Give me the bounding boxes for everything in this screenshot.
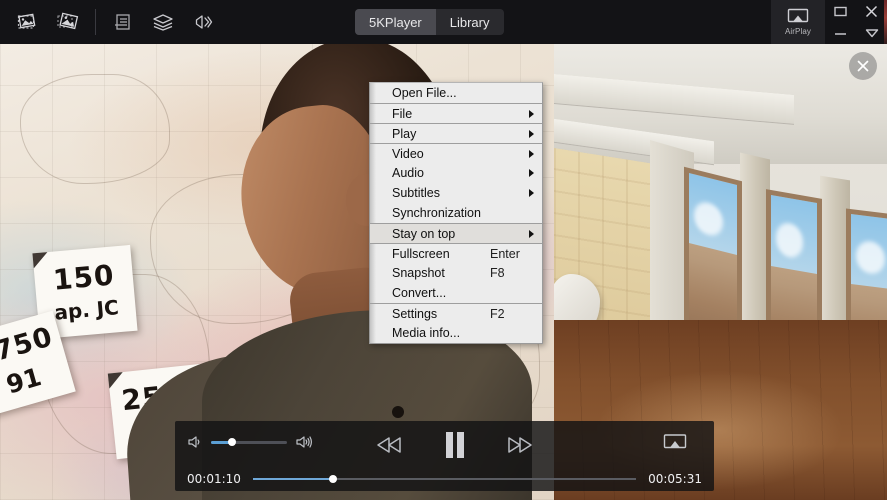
cloud-shape bbox=[855, 239, 885, 276]
submenu-arrow-icon bbox=[529, 229, 534, 238]
mode-tabs: 5KPlayer Library bbox=[355, 9, 504, 35]
progress-slider-fill bbox=[252, 478, 334, 480]
speaker-high-icon[interactable] bbox=[295, 434, 313, 450]
pause-icon bbox=[446, 432, 464, 458]
note-corner-icon bbox=[107, 372, 125, 389]
menu-item-convert[interactable]: Convert... bbox=[370, 283, 542, 303]
menu-item-label: Fullscreen bbox=[392, 246, 450, 261]
submenu-arrow-icon bbox=[529, 169, 534, 177]
volume-slider-handle[interactable] bbox=[228, 438, 237, 446]
maximize-button[interactable] bbox=[825, 0, 856, 22]
cloud-shape bbox=[693, 198, 723, 239]
minimize-icon bbox=[835, 32, 846, 35]
menu-item-label: Video bbox=[392, 146, 424, 161]
menu-item-media-info[interactable]: Media info... bbox=[370, 323, 542, 343]
menu-item-video[interactable]: Video bbox=[370, 143, 542, 163]
menu-item-subtitles[interactable]: Subtitles bbox=[370, 183, 542, 203]
window-controls bbox=[825, 0, 887, 44]
menu-item-label: File bbox=[392, 106, 413, 121]
menu-item-play[interactable]: Play bbox=[370, 123, 542, 143]
control-bar-airplay-button[interactable] bbox=[662, 433, 688, 458]
title-bar: 5KPlayer Library AirPlay bbox=[0, 0, 887, 44]
rewind-icon bbox=[377, 437, 401, 453]
menu-item-label: Synchronization bbox=[392, 206, 481, 220]
speaker-low-icon[interactable] bbox=[187, 434, 203, 450]
playlist-icon[interactable] bbox=[103, 2, 143, 42]
equalizer-icon[interactable] bbox=[183, 2, 223, 42]
airplay-icon bbox=[787, 8, 809, 23]
menu-item-shortcut: Enter bbox=[490, 246, 520, 261]
menu-item-label: Audio bbox=[392, 166, 424, 180]
submenu-arrow-icon bbox=[529, 129, 534, 138]
airplay-label: AirPlay bbox=[784, 27, 812, 36]
snapshot-image-icon[interactable] bbox=[8, 2, 48, 42]
progress-slider-handle[interactable] bbox=[329, 475, 338, 483]
forward-button[interactable] bbox=[505, 434, 535, 456]
menu-item-shortcut: F8 bbox=[490, 266, 505, 280]
tab-library[interactable]: Library bbox=[436, 9, 504, 35]
total-time-label: 00:05:31 bbox=[648, 472, 702, 486]
submenu-arrow-icon bbox=[529, 189, 534, 197]
close-icon bbox=[865, 5, 878, 17]
progress-row: 00:01:10 00:05:31 bbox=[175, 467, 714, 491]
fast-forward-icon bbox=[508, 437, 532, 453]
note-line-2: 91 bbox=[3, 362, 45, 400]
transport-controls bbox=[375, 429, 535, 461]
note-line-1: 150 bbox=[51, 258, 116, 297]
menu-item-stay-on-top[interactable]: Stay on top bbox=[370, 223, 542, 243]
tab-5kplayer[interactable]: 5KPlayer bbox=[355, 9, 436, 35]
rotate-image-icon[interactable] bbox=[48, 2, 88, 42]
context-menu: Open File... File Play Video Audio Subtitles S… bbox=[369, 82, 543, 344]
collapse-button[interactable] bbox=[856, 22, 887, 44]
maximize-icon bbox=[834, 6, 847, 16]
menu-item-label: Subtitles bbox=[392, 186, 440, 200]
volume-slider[interactable] bbox=[211, 438, 287, 446]
volume-control bbox=[187, 434, 313, 450]
cloud-shape bbox=[775, 220, 804, 260]
menu-item-label: Snapshot bbox=[392, 266, 445, 280]
current-time-label: 00:01:10 bbox=[187, 472, 241, 486]
menu-item-label: Play bbox=[392, 126, 417, 141]
minimize-button[interactable] bbox=[825, 22, 856, 44]
menu-item-audio[interactable]: Audio bbox=[370, 163, 542, 183]
menu-item-file[interactable]: File bbox=[370, 103, 542, 123]
player-window: 5KPlayer Library AirPlay 150 ap. JC 1750… bbox=[0, 0, 887, 500]
rewind-button[interactable] bbox=[375, 434, 405, 456]
submenu-arrow-icon bbox=[529, 149, 534, 158]
menu-item-snapshot[interactable]: Snapshot F8 bbox=[370, 263, 542, 283]
menu-item-label: Convert... bbox=[392, 286, 447, 300]
submenu-arrow-icon bbox=[529, 109, 534, 118]
close-icon bbox=[857, 60, 869, 72]
menu-item-synchronization[interactable]: Synchronization bbox=[370, 203, 542, 223]
toolbar-divider bbox=[95, 9, 96, 35]
collapse-icon bbox=[865, 29, 878, 38]
menu-item-open-file[interactable]: Open File... bbox=[370, 83, 542, 103]
presenter-lapel-mic bbox=[392, 406, 404, 418]
menu-item-fullscreen[interactable]: Fullscreen Enter bbox=[370, 243, 542, 263]
menu-item-label: Stay on top bbox=[392, 226, 456, 241]
play-pause-button[interactable] bbox=[441, 429, 469, 461]
map-shape bbox=[20, 74, 170, 184]
video-close-button[interactable] bbox=[849, 52, 877, 80]
progress-slider[interactable] bbox=[252, 475, 637, 483]
player-control-bar: 00:01:10 00:05:31 bbox=[175, 421, 714, 491]
toolbar bbox=[0, 0, 223, 44]
menu-item-settings[interactable]: Settings F2 bbox=[370, 303, 542, 323]
airplay-icon bbox=[663, 434, 687, 449]
close-button[interactable] bbox=[856, 0, 887, 22]
library-stack-icon[interactable] bbox=[143, 2, 183, 42]
menu-item-label: Media info... bbox=[392, 326, 461, 340]
menu-item-shortcut: F2 bbox=[490, 306, 505, 321]
control-bar-row bbox=[175, 421, 714, 467]
menu-item-label: Open File... bbox=[392, 86, 457, 100]
menu-item-label: Settings bbox=[392, 306, 438, 321]
note-corner-icon bbox=[32, 252, 49, 269]
note-line-2: ap. JC bbox=[53, 295, 120, 325]
airplay-button[interactable]: AirPlay bbox=[771, 0, 825, 44]
